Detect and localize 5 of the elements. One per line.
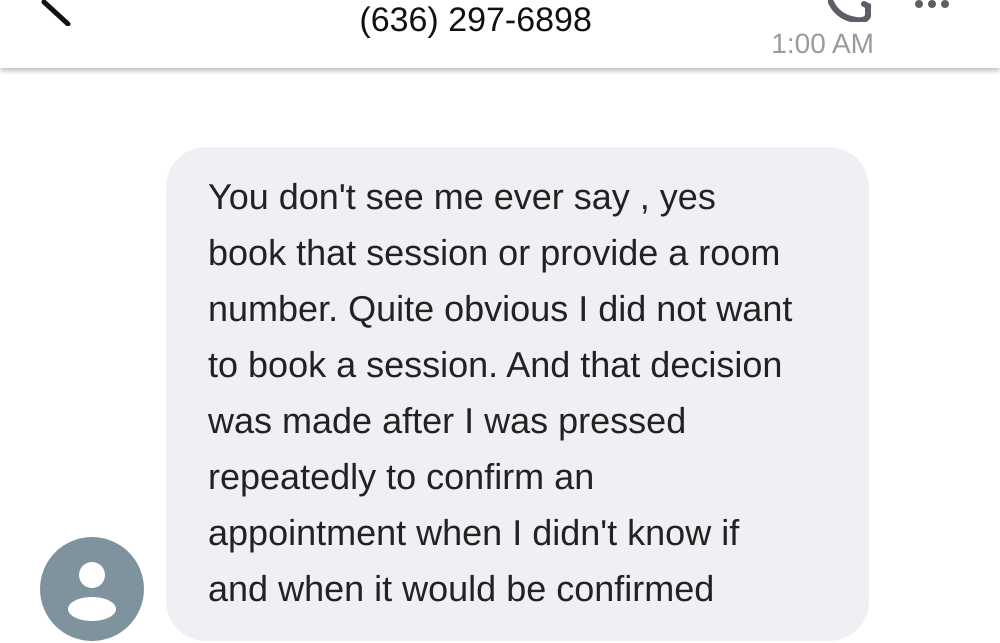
message-bubble: You don't see me ever say , yes book that session or provide a room number. Quite obvious I did not want to book a session. And that decision was made after I was pressed repeatedly to confirm an appointment when I didn't know if and when it would be confirmed	[166, 147, 869, 641]
more-icon[interactable]	[914, 0, 950, 10]
timestamp: 1:00 AM	[771, 28, 874, 60]
contact-number: (636) 297-6898	[358, 0, 593, 40]
avatar-icon	[40, 537, 144, 641]
